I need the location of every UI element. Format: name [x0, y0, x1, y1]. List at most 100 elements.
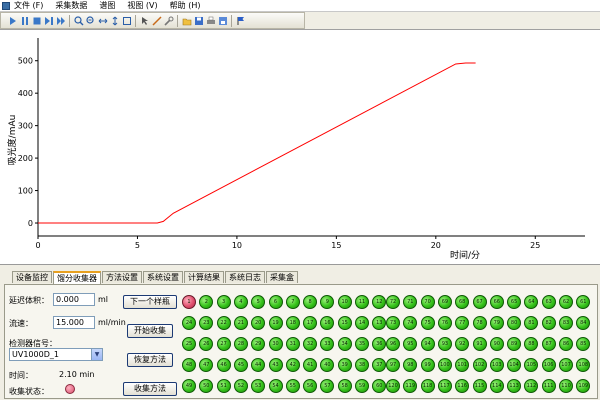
tube-46[interactable]: 46 [216, 358, 231, 372]
tube-52[interactable]: 52 [233, 379, 248, 393]
pause-icon[interactable] [19, 15, 30, 26]
tube-108[interactable]: 108 [576, 358, 591, 372]
tube-93[interactable]: 93 [437, 337, 452, 351]
tube-61[interactable]: 61 [576, 295, 591, 309]
tube-70[interactable]: 70 [420, 295, 435, 309]
tube-117[interactable]: 117 [437, 379, 452, 393]
tube-36[interactable]: 36 [372, 337, 387, 351]
tube-40[interactable]: 40 [320, 358, 335, 372]
chromatogram-chart[interactable]: 0 5 10 15 20 25 0 100 200 300 400 500 时间/分 吸光度/mAu [0, 29, 600, 264]
tube-25[interactable]: 25 [182, 337, 196, 351]
tube-114[interactable]: 114 [489, 379, 504, 393]
tube-73[interactable]: 73 [386, 316, 400, 330]
menu-acquire[interactable]: 采集数据 [55, 0, 87, 11]
menu-spectrum[interactable]: 谱图 [99, 0, 115, 11]
tube-91[interactable]: 91 [472, 337, 487, 351]
tube-66[interactable]: 66 [489, 295, 504, 309]
tools-icon[interactable] [163, 15, 174, 26]
tube-6[interactable]: 6 [268, 295, 283, 309]
tube-39[interactable]: 39 [337, 358, 352, 372]
play-icon[interactable] [7, 15, 18, 26]
save-as-icon[interactable] [217, 15, 228, 26]
tube-53[interactable]: 53 [251, 379, 266, 393]
tube-79[interactable]: 79 [489, 316, 504, 330]
tube-43[interactable]: 43 [268, 358, 283, 372]
tube-49[interactable]: 49 [182, 379, 196, 393]
start-collect-button[interactable]: 开始收集 [127, 324, 173, 338]
tube-60[interactable]: 60 [372, 379, 387, 393]
tube-5[interactable]: 5 [251, 295, 266, 309]
tube-54[interactable]: 54 [268, 379, 283, 393]
tube-22[interactable]: 22 [216, 316, 231, 330]
tube-105[interactable]: 105 [524, 358, 539, 372]
measure-icon[interactable] [151, 15, 162, 26]
tube-120[interactable]: 120 [386, 379, 400, 393]
tube-3[interactable]: 3 [216, 295, 231, 309]
tube-82[interactable]: 82 [541, 316, 556, 330]
tube-31[interactable]: 31 [285, 337, 300, 351]
cursor-icon[interactable] [139, 15, 150, 26]
tab-acquisition-box[interactable]: 采集盒 [266, 271, 298, 283]
tube-24[interactable]: 24 [182, 316, 196, 330]
tube-23[interactable]: 23 [199, 316, 214, 330]
step-icon[interactable] [43, 15, 54, 26]
tube-15[interactable]: 15 [337, 316, 352, 330]
tube-119[interactable]: 119 [403, 379, 418, 393]
tube-64[interactable]: 64 [524, 295, 539, 309]
tube-45[interactable]: 45 [233, 358, 248, 372]
tube-96[interactable]: 96 [386, 337, 400, 351]
tube-26[interactable]: 26 [199, 337, 214, 351]
tube-4[interactable]: 4 [233, 295, 248, 309]
zoom-x-icon[interactable] [97, 15, 108, 26]
tube-102[interactable]: 102 [472, 358, 487, 372]
tube-68[interactable]: 68 [455, 295, 470, 309]
tube-12[interactable]: 12 [372, 295, 387, 309]
zoom-out-icon[interactable] [85, 15, 96, 26]
tube-48[interactable]: 48 [182, 358, 196, 372]
menu-help[interactable]: 帮助 (H) [170, 0, 201, 11]
detector-signal-select[interactable]: UV1000D_1 ▼ [9, 348, 103, 361]
print-icon[interactable] [205, 15, 216, 26]
tube-109[interactable]: 109 [576, 379, 591, 393]
tube-86[interactable]: 86 [559, 337, 573, 351]
tube-115[interactable]: 115 [472, 379, 487, 393]
tube-13[interactable]: 13 [372, 316, 387, 330]
tube-51[interactable]: 51 [216, 379, 231, 393]
tab-fraction-collector[interactable]: 馏分收集器 [53, 271, 101, 284]
tube-85[interactable]: 85 [576, 337, 591, 351]
tube-69[interactable]: 69 [437, 295, 452, 309]
delay-volume-input[interactable]: 0.000 [53, 293, 95, 306]
tube-103[interactable]: 103 [489, 358, 504, 372]
tube-19[interactable]: 19 [268, 316, 283, 330]
save-icon[interactable] [193, 15, 204, 26]
tube-62[interactable]: 62 [559, 295, 573, 309]
tube-29[interactable]: 29 [251, 337, 266, 351]
tube-106[interactable]: 106 [541, 358, 556, 372]
tube-116[interactable]: 116 [455, 379, 470, 393]
tube-65[interactable]: 65 [507, 295, 522, 309]
tube-32[interactable]: 32 [303, 337, 318, 351]
tube-112[interactable]: 112 [524, 379, 539, 393]
tube-63[interactable]: 63 [541, 295, 556, 309]
tube-98[interactable]: 98 [403, 358, 418, 372]
tube-47[interactable]: 47 [199, 358, 214, 372]
tube-21[interactable]: 21 [233, 316, 248, 330]
tube-57[interactable]: 57 [320, 379, 335, 393]
tube-80[interactable]: 80 [507, 316, 522, 330]
tube-8[interactable]: 8 [303, 295, 318, 309]
tube-55[interactable]: 55 [285, 379, 300, 393]
tube-94[interactable]: 94 [420, 337, 435, 351]
tube-41[interactable]: 41 [303, 358, 318, 372]
tube-88[interactable]: 88 [524, 337, 539, 351]
app-icon[interactable] [2, 2, 10, 10]
tube-37[interactable]: 37 [372, 358, 387, 372]
tube-110[interactable]: 110 [559, 379, 573, 393]
tube-34[interactable]: 34 [337, 337, 352, 351]
tube-90[interactable]: 90 [489, 337, 504, 351]
tube-38[interactable]: 38 [355, 358, 369, 372]
tube-50[interactable]: 50 [199, 379, 214, 393]
menu-file[interactable]: 文件 (F) [14, 0, 43, 11]
open-icon[interactable] [181, 15, 192, 26]
tube-71[interactable]: 71 [403, 295, 418, 309]
tab-system-log[interactable]: 系统日志 [225, 271, 265, 283]
